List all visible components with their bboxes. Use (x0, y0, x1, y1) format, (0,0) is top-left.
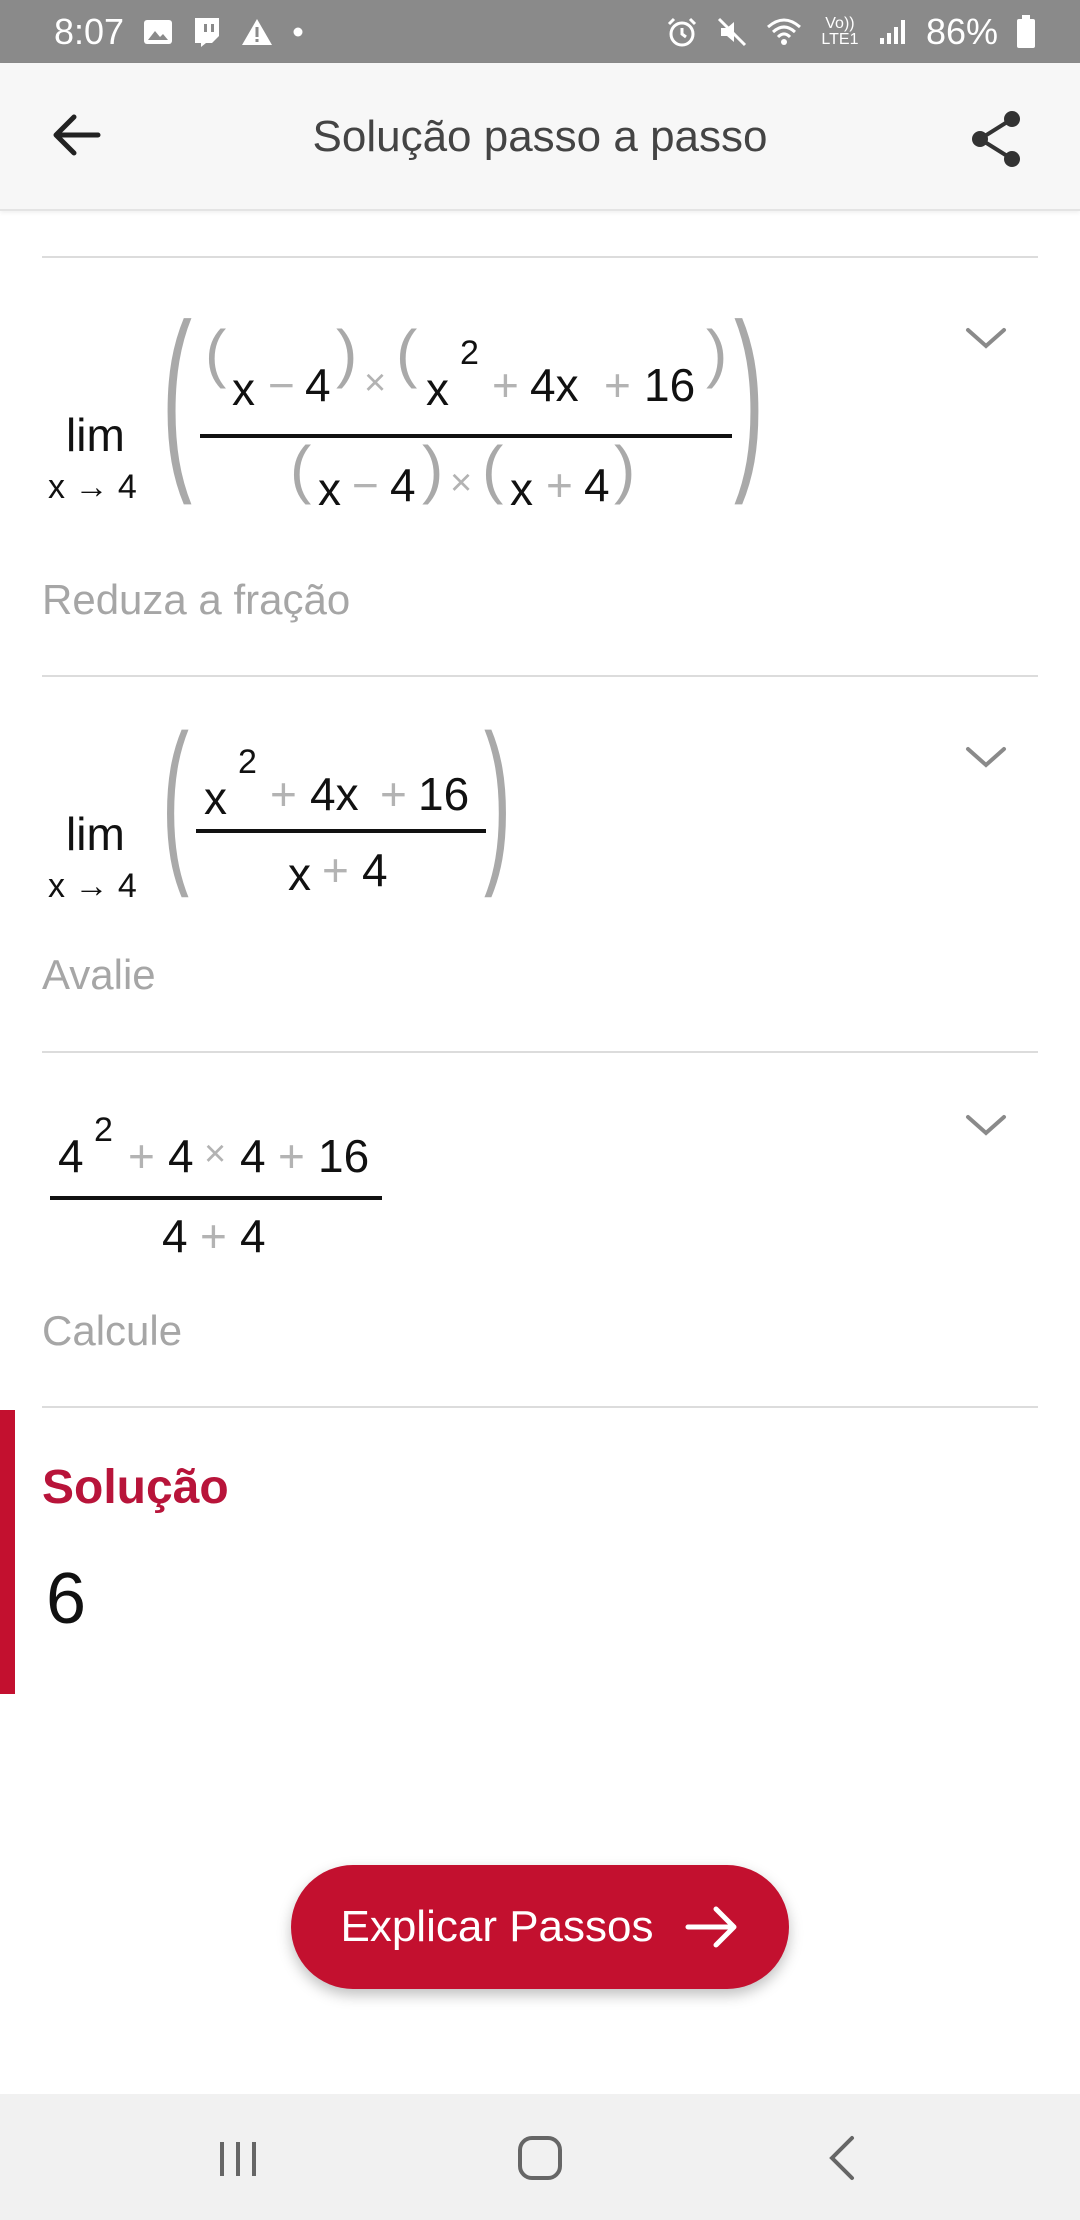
term: 4 (584, 459, 610, 511)
chevron-down-icon[interactable] (962, 741, 1010, 773)
fraction-bar (50, 1196, 382, 1200)
operator: + (604, 359, 631, 411)
alarm-icon (667, 17, 696, 46)
fraction-bar (196, 829, 486, 833)
term: x (232, 363, 255, 415)
explain-steps-label: Explicar Passos (340, 1902, 654, 1951)
term: 16 (644, 359, 696, 411)
paren: ) (422, 433, 444, 505)
term: 4 (305, 359, 331, 411)
step-2[interactable]: lim x → 4 ( ) x 2 + 4x + 16 x + 4 Avalie (0, 677, 1080, 1053)
term: 4 (362, 844, 388, 896)
term: x (426, 363, 449, 415)
term: 16 (418, 768, 470, 820)
term: x (204, 772, 227, 824)
operator: + (492, 359, 519, 411)
back-icon[interactable] (812, 2126, 876, 2190)
paren: ) (706, 317, 728, 389)
math-expression: lim x → 4 ( ) x 2 + 4x + 16 x + 4 (0, 677, 600, 937)
paren: ( (482, 433, 504, 505)
operator: + (546, 459, 573, 511)
operator: + (322, 844, 349, 896)
mute-icon (717, 17, 746, 46)
lim-subscript: x → 4 (48, 867, 137, 905)
battery-percent: 86% (925, 10, 998, 52)
chevron-down-icon[interactable] (962, 1109, 1010, 1141)
share-icon[interactable] (968, 109, 1024, 169)
term: 4x (530, 359, 579, 411)
battery-icon (1017, 14, 1035, 48)
wifi-icon (766, 18, 801, 45)
term: 4 (162, 1210, 188, 1262)
term: x (288, 848, 311, 900)
solution-accent-bar (0, 1410, 15, 1694)
app-bar: Solução passo a passo (0, 63, 1080, 211)
outer-left-paren: ( (162, 283, 192, 506)
status-time: 8:07 (54, 10, 125, 52)
paren: ( (205, 317, 227, 389)
solution-section: Solução 6 (0, 1410, 1080, 1694)
warning-icon (242, 18, 273, 45)
explain-steps-button[interactable]: Explicar Passos (291, 1865, 789, 1989)
step-caption: Reduza a fração (42, 576, 351, 623)
step-1[interactable]: lim x → 4 ( ) ( x − 4 ) × ( x 2 + 4x + 1… (0, 258, 1080, 675)
outer-left-paren: ( (162, 698, 189, 899)
exponent: 2 (94, 1111, 113, 1149)
outer-right-paren: ) (734, 283, 764, 506)
solution-label: Solução (42, 1461, 229, 1514)
solution-value: 6 (46, 1559, 87, 1639)
operator: × (450, 462, 473, 504)
outer-right-paren: ) (484, 698, 511, 899)
status-left: 8:07 (54, 11, 304, 53)
arrow-right-icon (685, 1906, 736, 1948)
paren: ) (614, 433, 636, 505)
lim-label: lim (66, 409, 125, 461)
signal-icon (879, 19, 905, 44)
status-bar: 8:07 Vo)) LTE1 86% (0, 0, 1080, 63)
operator: + (278, 1130, 305, 1182)
status-right: Vo)) LTE1 86% (666, 11, 1036, 53)
term: 4 (240, 1130, 266, 1182)
term: 16 (318, 1130, 370, 1182)
paren: ( (290, 433, 312, 505)
operator: × (364, 362, 387, 404)
recents-icon[interactable] (206, 2126, 270, 2190)
paren: ( (396, 317, 418, 389)
step-3[interactable]: 4 2 + 4 × 4 + 16 4 + 4 Calcule (0, 1053, 1080, 1408)
step-caption: Avalie (42, 951, 156, 998)
dot-icon (293, 27, 303, 36)
page-title: Solução passo a passo (312, 112, 768, 161)
operator: + (128, 1130, 155, 1182)
term: x (510, 463, 533, 515)
math-expression: lim x → 4 ( ) ( x − 4 ) × ( x 2 + 4x + 1… (0, 258, 1000, 558)
operator: − (268, 359, 295, 411)
operator: × (204, 1133, 227, 1175)
step-caption: Calcule (42, 1307, 183, 1354)
home-icon[interactable] (508, 2126, 572, 2190)
lim-label: lim (66, 808, 125, 860)
exponent: 2 (460, 334, 479, 372)
divider (42, 1406, 1038, 1408)
lim-subscript: x → 4 (48, 468, 137, 506)
math-expression: 4 2 + 4 × 4 + 16 4 + 4 (0, 1053, 500, 1293)
operator: + (380, 768, 407, 820)
term: 4x (310, 768, 359, 820)
twitch-icon (195, 17, 220, 47)
term: x (318, 463, 341, 515)
operator: + (270, 768, 297, 820)
term: 4 (390, 459, 416, 511)
term: 4 (240, 1210, 266, 1262)
fraction-bar (200, 434, 732, 438)
operator: + (200, 1210, 227, 1262)
term: 4 (58, 1130, 84, 1182)
image-icon (144, 19, 173, 44)
exponent: 2 (238, 743, 257, 781)
system-nav-bar (0, 2094, 1080, 2220)
volte-icon: Vo)) LTE1 (821, 14, 859, 48)
paren: ) (336, 317, 358, 389)
operator: − (352, 459, 379, 511)
term: 4 (168, 1130, 194, 1182)
